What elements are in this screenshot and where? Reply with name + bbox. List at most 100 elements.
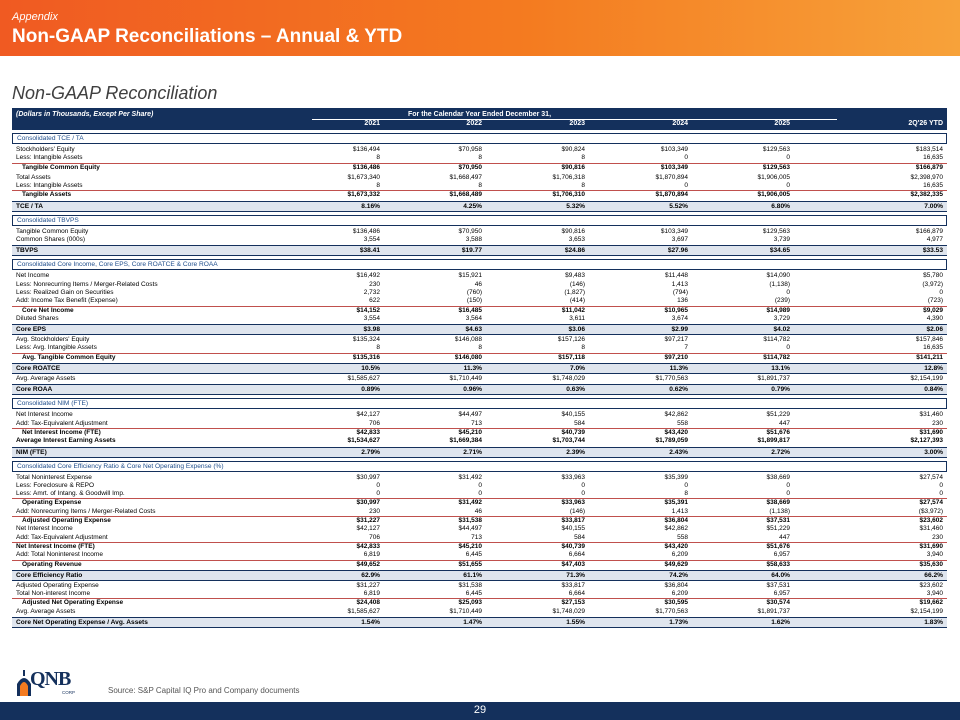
table-row: Diluted Shares 3,554 3,564 3,611 3,674 3,729 4… xyxy=(12,315,947,323)
page-number: 29 xyxy=(473,704,487,716)
row-label: Stockholders' Equity xyxy=(16,146,75,153)
cell-value: 8 xyxy=(478,182,482,190)
cell-value: 0.96% xyxy=(463,386,482,394)
cell-value: (150) xyxy=(466,297,482,305)
cell-value: $114,782 xyxy=(763,336,790,344)
cell-value: $30,574 xyxy=(766,599,791,607)
cell-value: $1,899,817 xyxy=(757,437,790,445)
cell-value: $2,154,199 xyxy=(910,375,943,383)
cell-value: 16,635 xyxy=(923,182,943,190)
cell-value: (794) xyxy=(672,288,688,296)
row-label: Avg. Average Assets xyxy=(16,375,76,383)
row-label: Average Interest Earning Assets xyxy=(16,437,116,445)
cell-value: $27.96 xyxy=(667,247,688,255)
cell-value: $136,494 xyxy=(352,146,380,153)
table-row: Common Shares (000s) 3,554 3,588 3,653 3,697… xyxy=(12,236,947,244)
row-label: Tangible Assets xyxy=(22,191,72,199)
cell-value: 64.0% xyxy=(771,571,790,579)
metric-row: Core ROAA 0.89% 0.96% 0.63% 0.62% 0.79% 0.84% xyxy=(12,384,947,396)
cell-value: 0 xyxy=(939,288,943,296)
table-row: Avg. Stockholders' Equity $135,324 $146,08… xyxy=(12,336,947,344)
cell-value: 13.1% xyxy=(771,365,790,373)
cell-value: 4,977 xyxy=(926,236,943,244)
row-label: Total Noninterest Expense xyxy=(16,473,92,481)
cell-value: 0 xyxy=(939,481,943,489)
cell-value: 0 xyxy=(939,490,943,498)
cell-value: 46 xyxy=(474,280,482,288)
table-row: Avg. Average Assets $1,585,627 $1,710,449 $… xyxy=(12,375,947,383)
cell-value: $1,710,449 xyxy=(449,375,482,383)
table-row: Net Interest Income (FTE) $42,833 $45,210 $… xyxy=(12,543,947,551)
cell-value: $1,668,497 xyxy=(449,173,482,181)
table-row: Operating Revenue $49,652 $51,655 $47,403 $4… xyxy=(12,561,947,569)
cell-value: $1,706,310 xyxy=(552,191,585,199)
column-header: 2025 xyxy=(774,120,790,127)
cell-value: 622 xyxy=(369,297,380,305)
cell-value: $166,879 xyxy=(915,163,943,171)
cell-value: 3,554 xyxy=(363,236,380,244)
cell-value: $47,403 xyxy=(561,560,586,568)
cell-value: 16,635 xyxy=(923,344,943,352)
cell-value: $27,574 xyxy=(919,473,944,481)
table-row: Total Non-interest Income 6,819 6,445 6,664… xyxy=(12,590,947,600)
cell-value: 713 xyxy=(471,533,482,541)
cell-value: 3,611 xyxy=(569,314,585,322)
cell-value: $1,770,563 xyxy=(655,607,688,615)
row-label: Diluted Shares xyxy=(16,314,59,322)
cell-value: $31,538 xyxy=(458,517,483,525)
cell-value: $44,497 xyxy=(458,411,483,419)
table-row: Add: Tax-Equivalent Adjustment 706 713 584 5… xyxy=(12,534,947,543)
cell-value: $40,739 xyxy=(561,428,586,436)
cell-value: $1,789,059 xyxy=(655,437,688,445)
row-label: Adjusted Operating Expense xyxy=(16,581,99,589)
cell-value: $1,891,737 xyxy=(757,375,790,383)
cell-value: 230 xyxy=(369,280,380,288)
cell-value: $1,906,005 xyxy=(757,191,790,199)
cell-value: $23,602 xyxy=(919,581,944,589)
cell-value: 6,209 xyxy=(671,590,688,598)
column-header: 2024 xyxy=(672,120,688,127)
metric-row: Core EPS $3.98 $4.63 $3.06 $2.99 $4.02 $2.06 xyxy=(12,324,947,336)
table-row: Core Net Income $14,152 $16,485 $11,042 $10,… xyxy=(12,307,947,315)
cell-value: $42,833 xyxy=(356,542,381,550)
cell-value: 61.1% xyxy=(463,571,482,579)
cell-value: 8 xyxy=(478,344,482,352)
cell-value: $9,483 xyxy=(565,272,585,280)
cell-value: 706 xyxy=(369,419,380,427)
cell-value: 66.2% xyxy=(924,571,943,579)
cell-value: $1,703,744 xyxy=(552,437,585,445)
cell-value: 46 xyxy=(474,507,482,515)
table-row: Less: Intangible Assets 8 8 8 0 0 16,635 xyxy=(12,182,947,192)
cell-value: $51,676 xyxy=(766,428,791,436)
cell-value: $2.06 xyxy=(926,326,943,334)
cell-value: 584 xyxy=(574,419,585,427)
cell-value: $1,669,384 xyxy=(449,437,482,445)
cell-value: $38.41 xyxy=(359,247,380,255)
metric-row: TBVPS $38.41 $19.77 $24.86 $27.96 $34.65 $33.5… xyxy=(12,245,947,257)
cell-value: 8 xyxy=(376,154,380,162)
cell-value: 7.00% xyxy=(924,202,943,210)
cell-value: 2.79% xyxy=(361,448,380,456)
metric-label: Core EPS xyxy=(16,326,47,334)
row-label: Less: Foreclosure & REPO xyxy=(16,481,95,489)
cell-value: (1,827) xyxy=(564,288,585,296)
cell-value: 6,664 xyxy=(568,551,585,559)
metric-label: Core Net Operating Expense / Avg. Assets xyxy=(16,618,148,626)
table-row: Add: Total Noninterest Income 6,819 6,445 6… xyxy=(12,551,947,561)
cell-value: $35,399 xyxy=(664,473,689,481)
cell-value: $51,229 xyxy=(766,411,791,419)
section-header: Consolidated Core Income, Core EPS, Core… xyxy=(12,259,947,271)
cell-value: $1,870,894 xyxy=(655,191,688,199)
logo-text: QNB xyxy=(30,668,71,690)
cell-value: 0 xyxy=(376,481,380,489)
cell-value: $31,492 xyxy=(458,499,483,507)
cell-value: $27,153 xyxy=(561,599,586,607)
cell-value: $36,804 xyxy=(664,517,689,525)
cell-value: 230 xyxy=(932,533,943,541)
cell-value: $24.86 xyxy=(564,247,585,255)
cell-value: 8 xyxy=(376,182,380,190)
cell-value: $25,093 xyxy=(458,599,483,607)
cell-value: 8 xyxy=(581,344,585,352)
cell-value: 2,732 xyxy=(363,288,380,296)
cell-value: $38,669 xyxy=(766,473,791,481)
